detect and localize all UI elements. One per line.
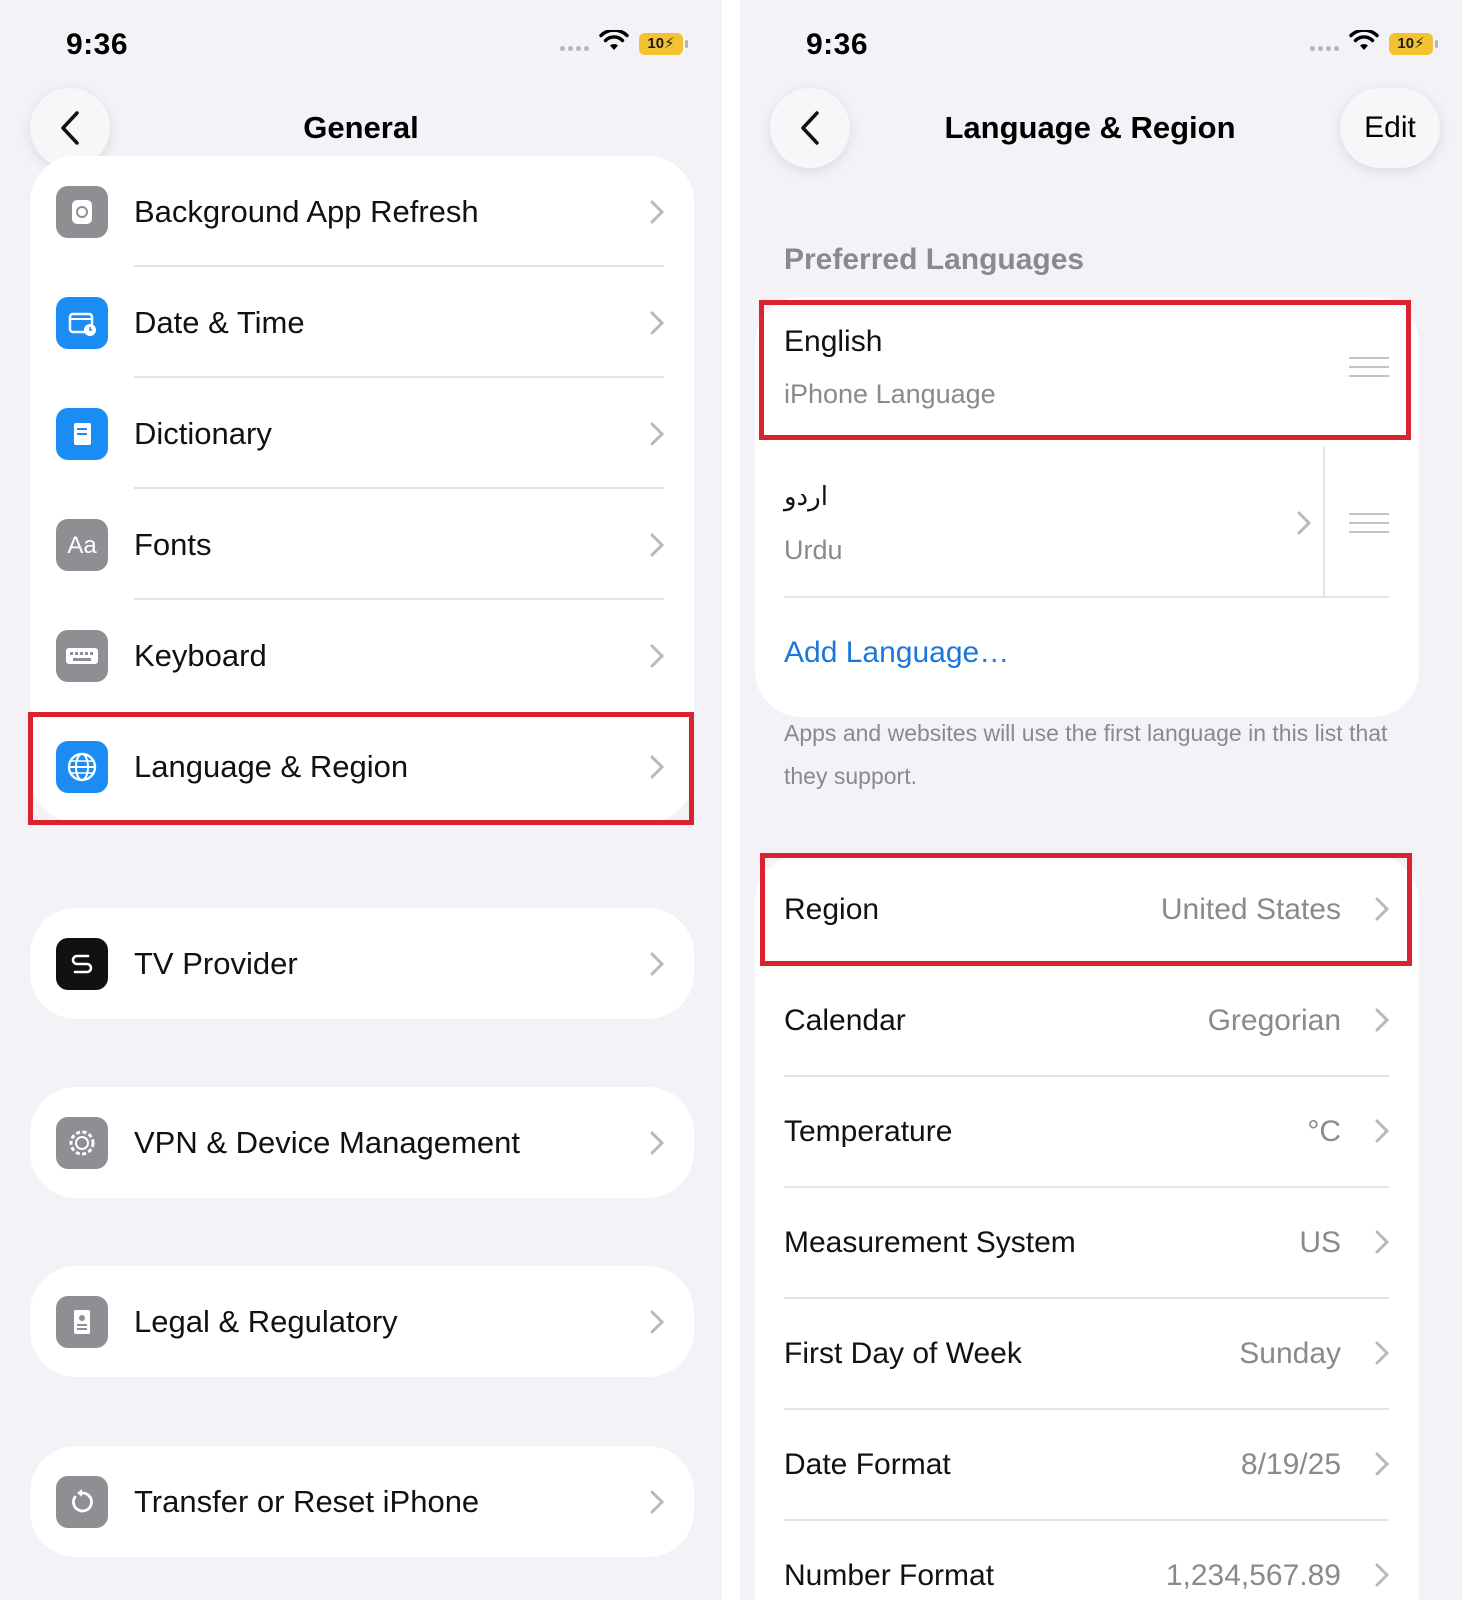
highlight-box-english [759,300,1411,440]
page-title: General [303,110,419,145]
chevron-right-icon [650,311,664,335]
column-divider [1323,447,1325,598]
general-screen: 9:36 10⚡ General Background App Refresh … [0,0,722,1600]
wifi-icon [599,28,629,57]
row-label: Keyboard [134,637,267,673]
row-fonts[interactable]: Aa Fonts [30,489,694,600]
wifi-icon [1349,28,1379,57]
row-keyboard[interactable]: Keyboard [30,600,694,711]
gear-icon [56,1116,108,1169]
fonts-aa-icon: Aa [56,518,108,571]
settings-group-tv: TV Provider [30,908,694,1019]
row-vpn-device-management[interactable]: VPN & Device Management [30,1087,694,1198]
chevron-right-icon [650,1131,664,1155]
chevron-right-icon [1375,1230,1389,1254]
status-time: 9:36 [806,28,869,61]
chevron-right-icon [1375,1452,1389,1476]
battery-indicator: 10⚡ [639,32,688,55]
row-label: Date & Time [134,304,305,340]
row-dictionary[interactable]: Dictionary [30,378,694,489]
row-label: Measurement System [784,1226,1076,1259]
settings-group-legal: Legal & Regulatory [30,1266,694,1377]
row-number-format[interactable]: Number Format 1,234,567.89 [755,1521,1419,1600]
preferred-languages-header: Preferred Languages [784,243,1085,276]
highlight-box-region [760,853,1412,966]
language-region-screen: 9:36 10⚡ Language & Region Edit Preferre… [740,0,1462,1600]
languages-footnote: Apps and websites will use the first lan… [784,720,1388,789]
chevron-right-icon [650,644,664,668]
row-measurement-system[interactable]: Measurement System US [755,1188,1419,1299]
row-label: Background App Refresh [134,193,479,229]
back-button[interactable] [770,88,850,168]
row-value: US [1299,1226,1341,1259]
svg-text:Aa: Aa [67,532,97,559]
background-refresh-icon [56,185,108,238]
status-icons: 10⚡ [560,28,688,57]
row-date-time[interactable]: Date & Time [30,267,694,378]
chevron-right-icon [650,200,664,224]
row-label: Legal & Regulatory [134,1303,398,1339]
row-label: Fonts [134,526,212,562]
row-label: Dictionary [134,415,272,451]
row-value: °C [1307,1115,1341,1148]
row-label: Number Format [784,1559,995,1592]
row-label: Transfer or Reset iPhone [134,1483,480,1519]
reset-arrow-icon [56,1475,108,1528]
cellular-signal-icon [1310,37,1339,51]
row-label: Date Format [784,1448,951,1481]
keyboard-icon [56,629,108,682]
cellular-signal-icon [560,37,589,51]
tv-provider-icon [56,937,108,990]
row-label: Calendar [784,1004,906,1037]
row-value: Sunday [1239,1337,1341,1370]
chevron-right-icon [1297,511,1311,535]
battery-indicator: 10⚡ [1389,32,1438,55]
row-first-day-of-week[interactable]: First Day of Week Sunday [755,1299,1419,1410]
row-value: 8/19/25 [1240,1448,1341,1481]
status-icons: 10⚡ [1310,28,1438,57]
row-label: First Day of Week [784,1337,1022,1370]
status-time: 9:36 [66,28,129,61]
chevron-left-icon [61,111,79,145]
legal-document-icon [56,1295,108,1348]
chevron-right-icon [1375,1341,1389,1365]
row-legal-regulatory[interactable]: Legal & Regulatory [30,1266,694,1377]
row-temperature[interactable]: Temperature °C [755,1077,1419,1188]
language-name: اردو [784,481,828,511]
row-label: VPN & Device Management [134,1124,520,1160]
chevron-right-icon [1375,1119,1389,1143]
row-value: 1,234,567.89 [1165,1559,1341,1592]
language-subtitle: Urdu [784,535,843,565]
row-transfer-reset[interactable]: Transfer or Reset iPhone [30,1446,694,1557]
row-label: TV Provider [134,945,298,981]
chevron-left-icon [801,111,819,145]
chevron-right-icon [1375,1563,1389,1587]
settings-group-vpn: VPN & Device Management [30,1087,694,1198]
add-language-row[interactable]: Add Language… [755,598,1419,717]
highlight-box-language-region [28,712,694,825]
chevron-right-icon [650,1490,664,1514]
row-tv-provider[interactable]: TV Provider [30,908,694,1019]
add-language-link[interactable]: Add Language… [784,636,1009,670]
chevron-right-icon [650,422,664,446]
row-background-app-refresh[interactable]: Background App Refresh [30,156,694,267]
chevron-right-icon [650,952,664,976]
dictionary-book-icon [56,407,108,460]
region-settings-group: Region United States Calendar Gregorian … [755,855,1419,1600]
row-label: Temperature [784,1115,953,1148]
settings-group-transfer: Transfer or Reset iPhone [30,1446,694,1557]
row-value: Gregorian [1207,1004,1341,1037]
reorder-handle-icon[interactable] [1349,513,1389,540]
chevron-right-icon [1375,1008,1389,1032]
row-calendar[interactable]: Calendar Gregorian [755,966,1419,1077]
language-row-urdu[interactable]: اردو Urdu [755,447,1419,598]
edit-button[interactable]: Edit [1340,88,1440,168]
chevron-right-icon [650,533,664,557]
chevron-right-icon [650,1310,664,1334]
row-date-format[interactable]: Date Format 8/19/25 [755,1410,1419,1521]
page-title: Language & Region [944,110,1236,145]
calendar-clock-icon [56,296,108,349]
